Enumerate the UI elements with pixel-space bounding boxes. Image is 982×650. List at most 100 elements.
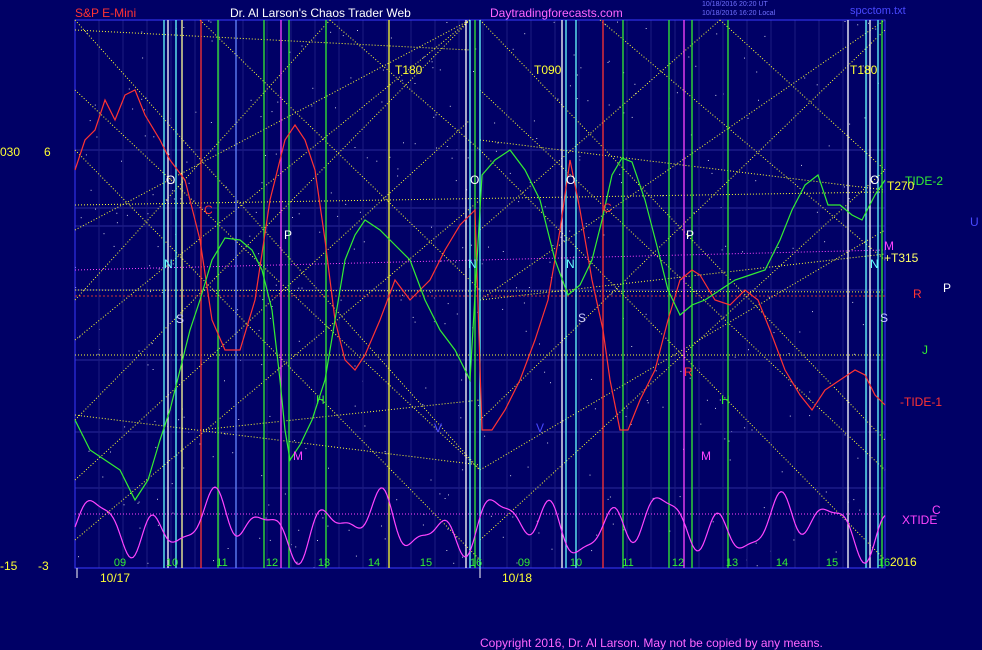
star-dot: [157, 246, 159, 248]
star-dot: [94, 104, 96, 106]
star-dot: [422, 404, 424, 406]
star-dot: [255, 211, 257, 213]
star-dot: [523, 302, 525, 304]
star-dot: [788, 353, 790, 354]
star-dot: [462, 247, 464, 249]
site-link[interactable]: Daytradingforecasts.com: [490, 6, 623, 20]
star-dot: [113, 245, 115, 247]
star-dot: [258, 329, 260, 331]
star-dot: [725, 245, 727, 247]
star-dot: [478, 405, 480, 407]
star-dot: [116, 222, 118, 224]
n-label-3: N: [566, 257, 575, 271]
timestamp-ut: 10/18/2016 20:20 UT: [702, 1, 768, 8]
star-dot: [734, 356, 736, 358]
star-dot: [707, 160, 709, 161]
star-dot: [330, 31, 332, 33]
star-dot: [396, 499, 398, 501]
star-dot: [751, 429, 753, 431]
star-dot: [301, 45, 303, 47]
star-dot: [154, 420, 156, 422]
star-dot: [528, 287, 530, 288]
star-dot: [390, 37, 392, 39]
star-dot: [178, 419, 180, 421]
star-dot: [85, 154, 87, 156]
star-dot: [423, 56, 425, 58]
star-dot: [311, 105, 313, 107]
star-dot: [533, 120, 535, 122]
star-dot: [328, 467, 329, 469]
u-right-label: U: [970, 215, 979, 229]
angle-line: [479, 139, 886, 191]
star-dot: [425, 387, 427, 389]
star-dot: [502, 308, 504, 310]
s-label-2: S: [578, 311, 587, 325]
left-scale-lower-b: -3: [38, 559, 49, 573]
star-dot: [502, 536, 504, 538]
star-dot: [857, 457, 859, 459]
star-dot: [327, 525, 329, 527]
star-dot: [143, 109, 145, 111]
star-dot: [269, 415, 271, 417]
star-dot: [284, 493, 286, 495]
star-dot: [137, 502, 139, 504]
star-dot: [298, 213, 300, 215]
angle-line: [329, 19, 481, 151]
star-dot: [456, 313, 458, 315]
angle-line: [479, 19, 886, 441]
hour-tick-label: 11: [622, 557, 633, 569]
star-dot: [446, 550, 448, 551]
star-dot: [747, 117, 749, 119]
star-dot: [89, 120, 91, 122]
hour-tick-label: 14: [776, 557, 788, 569]
star-dot: [662, 406, 664, 408]
m-label-1: M: [293, 449, 303, 463]
star-dot: [804, 77, 806, 79]
star-dot: [116, 212, 118, 214]
star-dot: [790, 384, 792, 386]
star-dot: [172, 190, 174, 192]
star-dot: [151, 343, 153, 345]
h-label-1: H: [316, 393, 325, 407]
n-label-2: N: [468, 257, 477, 271]
star-dot: [183, 416, 185, 418]
star-dot: [403, 142, 404, 144]
star-dot: [180, 198, 182, 200]
star-dot: [103, 233, 105, 235]
star-dot: [679, 496, 681, 498]
star-dot: [337, 215, 339, 217]
star-dot: [512, 516, 514, 518]
star-dot: [631, 116, 633, 118]
star-dot: [95, 208, 96, 210]
star-dot: [208, 20, 210, 22]
s-label-3: S: [880, 311, 889, 325]
star-dot: [249, 235, 251, 237]
star-dot: [676, 92, 678, 94]
star-dot: [712, 521, 714, 523]
star-dot: [265, 517, 267, 519]
star-dot: [232, 452, 234, 454]
star-dot: [490, 515, 492, 517]
star-dot: [655, 370, 657, 372]
star-dot: [355, 555, 357, 557]
hour-tick-label: 13: [726, 557, 738, 569]
star-dot: [402, 294, 403, 296]
h-label-2: H: [721, 393, 730, 407]
star-dot: [844, 434, 846, 436]
star-dot: [864, 117, 866, 119]
t090-label: T090: [534, 63, 562, 77]
angle-line: [479, 253, 886, 301]
star-dot: [825, 491, 827, 493]
star-dot: [126, 214, 128, 216]
star-dot: [335, 107, 336, 109]
star-dot: [588, 237, 590, 239]
star-dot: [78, 556, 79, 558]
star-dot: [432, 67, 434, 69]
star-dot: [462, 556, 464, 558]
star-dot: [79, 336, 81, 338]
star-dot: [868, 22, 869, 24]
star-dot: [348, 529, 350, 531]
star-dot: [711, 172, 713, 174]
star-dot: [414, 321, 416, 323]
star-dot: [123, 504, 125, 506]
